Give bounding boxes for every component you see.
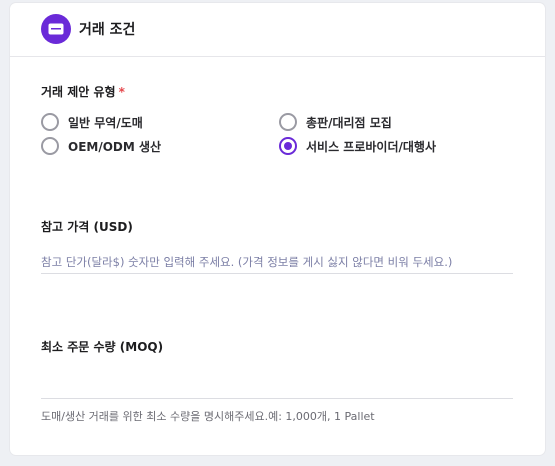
radio-circle[interactable] bbox=[41, 113, 59, 131]
radio-circle-checked[interactable] bbox=[279, 137, 297, 155]
radio-circle[interactable] bbox=[41, 137, 59, 155]
radio-circle[interactable] bbox=[279, 113, 297, 131]
radio-oem-odm[interactable]: OEM/ODM 생산 bbox=[41, 137, 161, 155]
radio-label: 서비스 프로바이더/대행사 bbox=[306, 139, 437, 154]
section-header: 거래 조건 bbox=[10, 3, 545, 57]
moq-label: 최소 주문 수량 (MOQ) bbox=[41, 340, 164, 354]
price-label: 참고 가격 (USD) bbox=[41, 220, 133, 234]
radio-label: 총판/대리점 모집 bbox=[306, 115, 392, 130]
deal-type-label-text: 거래 제안 유형 bbox=[41, 85, 116, 99]
moq-hint: 도매/생산 거래를 위한 최소 수량을 명시해주세요.예: 1,000개, 1 … bbox=[41, 410, 375, 423]
radio-label: 일반 무역/도매 bbox=[68, 115, 143, 130]
radio-general-trade[interactable]: 일반 무역/도매 bbox=[41, 113, 143, 131]
price-input[interactable] bbox=[41, 251, 513, 274]
required-mark: * bbox=[118, 85, 125, 99]
radio-label: OEM/ODM 생산 bbox=[68, 139, 162, 154]
section-title: 거래 조건 bbox=[79, 22, 136, 38]
deal-terms-card: 거래 조건 거래 제안 유형 * 일반 무역/도매 총판/대리점 모집 OEM/O… bbox=[10, 3, 545, 455]
radio-distributor[interactable]: 총판/대리점 모집 bbox=[279, 113, 392, 131]
radio-service-provider[interactable]: 서비스 프로바이더/대행사 bbox=[279, 137, 436, 155]
card-icon bbox=[41, 14, 71, 44]
deal-type-label: 거래 제안 유형 * bbox=[41, 83, 125, 100]
moq-input[interactable] bbox=[41, 376, 513, 399]
